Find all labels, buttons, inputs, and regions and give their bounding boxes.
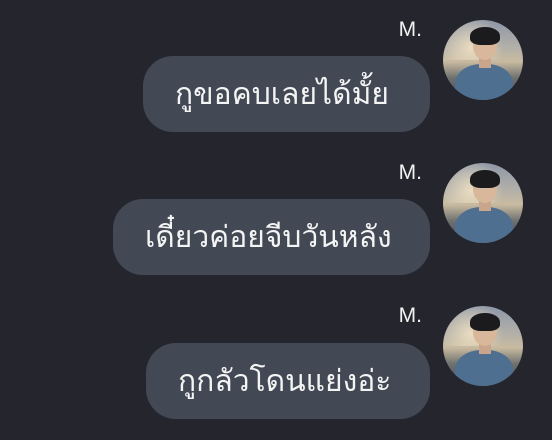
message-bubble[interactable]: เดี๋ยวค่อยจีบวันหลัง: [113, 199, 430, 275]
message-row: M. เดี๋ยวค่อยจีบวันหลัง: [0, 143, 552, 283]
message-row: M. กูขอคบเลยได้มั้ย: [0, 0, 552, 140]
avatar[interactable]: [443, 20, 523, 100]
message-bubble[interactable]: กูขอคบเลยได้มั้ย: [143, 56, 430, 132]
avatar[interactable]: [443, 163, 523, 243]
message-bubble[interactable]: กูกลัวโดนแย่งอ่ะ: [146, 343, 430, 419]
sender-name: M.: [398, 161, 422, 184]
message-text: กูขอคบเลยได้มั้ย: [175, 76, 389, 112]
chat-thread: M. กูขอคบเลยได้มั้ย M. เดี๋ยวค่อยจีบวันห…: [0, 0, 552, 440]
sender-name: M.: [398, 18, 422, 41]
avatar[interactable]: [443, 306, 523, 386]
sender-name: M.: [398, 304, 422, 327]
message-text: เดี๋ยวค่อยจีบวันหลัง: [145, 219, 392, 255]
message-row: M. กูกลัวโดนแย่งอ่ะ: [0, 286, 552, 426]
message-text: กูกลัวโดนแย่งอ่ะ: [178, 363, 392, 399]
